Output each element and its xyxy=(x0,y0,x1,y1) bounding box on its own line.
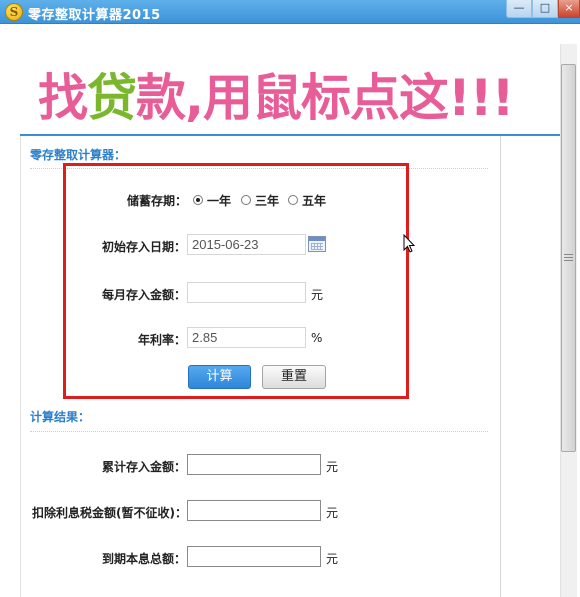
scroll-grip-line xyxy=(564,260,573,261)
results-section-title: 计算结果： xyxy=(30,410,91,424)
scroll-grip-line xyxy=(564,257,573,258)
panel-right-border xyxy=(500,136,501,597)
calculator-section-title: 零存整取计算器： xyxy=(30,148,127,162)
close-button[interactable]: × xyxy=(558,0,580,18)
calculator-window: S 零存整取计算器2015 — □ × 找贷款,用鼠标点这!!! 零存整取计算器… xyxy=(0,0,580,597)
scrollbar-thumb[interactable] xyxy=(561,64,576,452)
banner-text-3: 款,用鼠标点这!!! xyxy=(136,69,514,127)
header-divider xyxy=(20,134,560,136)
total-deposit-output xyxy=(187,454,321,475)
maturity-total-unit: 元 xyxy=(326,552,339,566)
app-logo-icon: S xyxy=(5,3,23,21)
mouse-cursor-icon xyxy=(403,234,416,253)
maximize-button[interactable]: □ xyxy=(532,0,558,18)
maturity-total-output xyxy=(187,546,321,567)
panel-left-border xyxy=(20,136,21,597)
banner-text-1: 找 xyxy=(38,69,88,127)
total-deposit-label: 累计存入金额： xyxy=(102,460,187,474)
minimize-button[interactable]: — xyxy=(506,0,532,18)
title-bar[interactable]: S 零存整取计算器2015 — □ × xyxy=(0,0,580,24)
interest-tax-unit: 元 xyxy=(326,506,339,520)
maturity-total-label: 到期本息总额： xyxy=(102,552,187,566)
loan-banner-link[interactable]: 找贷款,用鼠标点这!!! xyxy=(38,58,514,130)
highlight-annotation-box xyxy=(63,163,409,399)
total-deposit-unit: 元 xyxy=(326,460,339,474)
section-divider xyxy=(30,431,488,432)
scroll-grip-line xyxy=(564,254,573,255)
window-title: 零存整取计算器2015 xyxy=(28,8,161,23)
banner-text-2: 贷 xyxy=(87,69,137,127)
interest-tax-output xyxy=(187,500,321,521)
interest-tax-label: 扣除利息税金额(暂不征收)： xyxy=(32,506,187,520)
